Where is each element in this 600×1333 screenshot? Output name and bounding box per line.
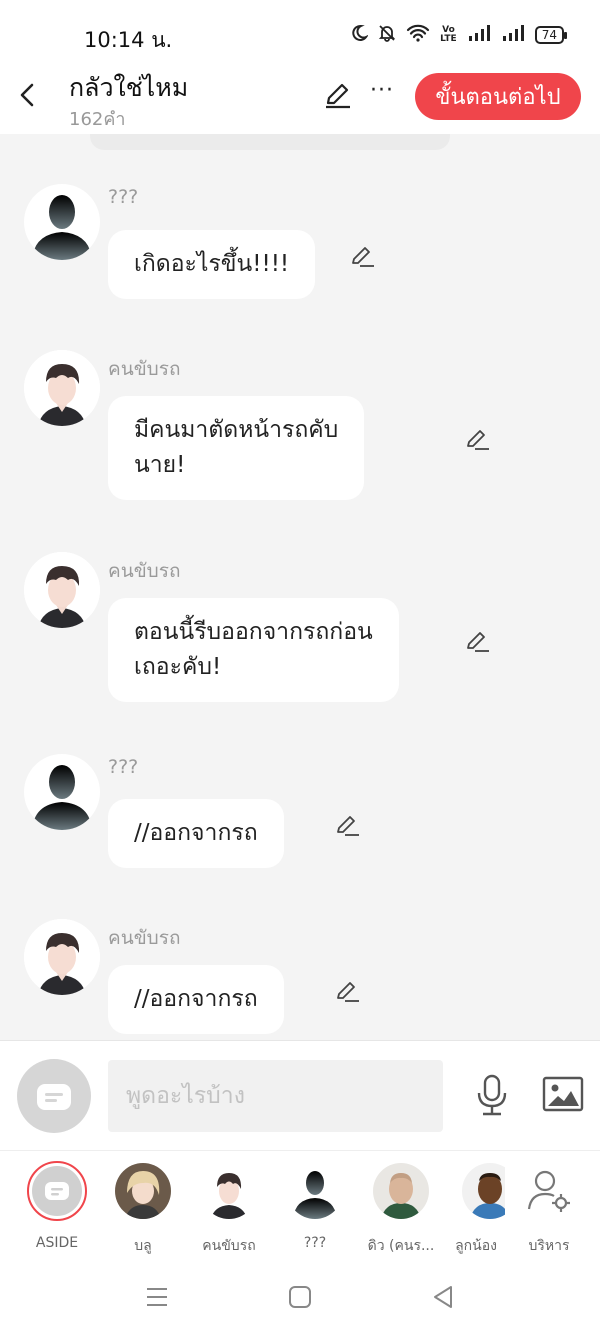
recent-apps-button[interactable] xyxy=(144,1284,170,1310)
word-count: 162คำ xyxy=(69,109,126,130)
edit-message-button[interactable] xyxy=(463,627,491,655)
character-label: คนขับรถ xyxy=(202,1238,256,1254)
character-blue[interactable]: บลู xyxy=(103,1163,183,1257)
collapsed-panel xyxy=(90,134,450,150)
image-icon xyxy=(542,1076,584,1112)
image-button[interactable] xyxy=(542,1076,584,1112)
character-unknown[interactable]: ??? xyxy=(275,1163,355,1251)
pencil-icon xyxy=(352,247,374,267)
speaker-name: ??? xyxy=(108,756,139,778)
system-back-button[interactable] xyxy=(430,1284,456,1310)
volte-icon: Vo LTE xyxy=(440,26,457,44)
bell-muted-icon xyxy=(378,24,396,46)
next-step-button[interactable]: ขั้นตอนต่อไป xyxy=(415,73,581,120)
message-bubble[interactable]: ตอนนี้รีบออกจากรถก่อน เถอะคับ! xyxy=(108,598,399,702)
chevron-left-icon xyxy=(20,83,34,107)
character-driver[interactable]: คนขับรถ xyxy=(189,1163,269,1257)
volte-bottom: LTE xyxy=(440,34,457,44)
page-title: กลัวใช่ไหม xyxy=(69,73,189,102)
driver-avatar[interactable] xyxy=(24,350,100,426)
square-icon xyxy=(289,1286,311,1308)
battery-icon: 74 xyxy=(534,26,568,44)
driver-avatar[interactable] xyxy=(24,919,100,995)
character-label: บริหาร xyxy=(528,1238,570,1254)
status-bar: 10:14 น. Vo LTE 74 xyxy=(0,0,600,64)
character-label: ลูกน้อง xyxy=(455,1238,497,1254)
edit-message-button[interactable] xyxy=(333,977,361,1005)
input-bar xyxy=(0,1040,600,1150)
speaker-name: ??? xyxy=(108,186,139,208)
silhouette-avatar[interactable] xyxy=(24,754,100,830)
pencil-icon xyxy=(467,430,489,450)
blue-avatar xyxy=(115,1163,171,1219)
more-options-button[interactable]: ··· xyxy=(368,78,396,110)
henchman-avatar xyxy=(462,1163,505,1219)
character-label: ??? xyxy=(303,1235,327,1251)
character-label: ดิว (คนร... xyxy=(367,1238,435,1254)
driver-avatar[interactable] xyxy=(24,552,100,628)
message-bubble[interactable]: //ออกจากรถ xyxy=(108,799,284,868)
edit-message-button[interactable] xyxy=(463,425,491,453)
speaker-name: คนขับรถ xyxy=(108,927,181,949)
pencil-icon xyxy=(337,816,359,836)
character-henchman[interactable]: ลูกน้อง xyxy=(447,1163,505,1257)
character-bar: ASIDE บลู คนขับรถ ??? ดิว (คนร... ลูกน้อ… xyxy=(0,1150,600,1260)
clock: 10:14 น. xyxy=(84,28,173,52)
message-input[interactable] xyxy=(108,1060,443,1132)
dew-avatar xyxy=(373,1163,429,1219)
chat-bubble-icon xyxy=(37,1084,71,1110)
signal-icon xyxy=(467,24,491,46)
edit-title-button[interactable] xyxy=(322,79,354,111)
wifi-icon xyxy=(406,24,430,46)
pencil-icon xyxy=(326,83,350,109)
menu-icon xyxy=(147,1288,167,1306)
character-label: ASIDE xyxy=(35,1235,79,1251)
status-icons: Vo LTE 74 xyxy=(350,24,568,46)
aside-avatar xyxy=(27,1161,87,1221)
manage-characters-icon xyxy=(521,1163,577,1219)
message-bubble[interactable]: //ออกจากรถ xyxy=(108,965,284,1034)
microphone-button[interactable] xyxy=(474,1073,510,1117)
chat-bubble-icon xyxy=(45,1182,69,1200)
speaker-name: คนขับรถ xyxy=(108,560,181,582)
aside-toggle-button[interactable] xyxy=(17,1059,91,1133)
message-bubble[interactable]: มีคนมาตัดหน้ารถคับ นาย! xyxy=(108,396,365,500)
moon-icon xyxy=(350,24,370,46)
system-nav-bar xyxy=(0,1260,600,1333)
silhouette-avatar xyxy=(287,1163,343,1219)
character-manage[interactable]: บริหาร xyxy=(509,1163,589,1257)
back-button[interactable] xyxy=(12,78,46,112)
signal-icon-2 xyxy=(501,24,525,46)
triangle-back-icon xyxy=(434,1286,452,1308)
edit-message-button[interactable] xyxy=(333,811,361,839)
pencil-icon xyxy=(467,632,489,652)
home-button[interactable] xyxy=(287,1284,313,1310)
silhouette-avatar[interactable] xyxy=(24,184,100,260)
header-bar: กลัวใช่ไหม 162คำ ··· ขั้นตอนต่อไป xyxy=(0,64,600,134)
speaker-name: คนขับรถ xyxy=(108,358,181,380)
character-label: บลู xyxy=(134,1238,152,1254)
driver-avatar xyxy=(201,1163,257,1219)
microphone-icon xyxy=(477,1074,507,1116)
pencil-icon xyxy=(337,982,359,1002)
character-dew[interactable]: ดิว (คนร... xyxy=(361,1163,441,1257)
edit-message-button[interactable] xyxy=(348,242,376,270)
character-aside[interactable]: ASIDE xyxy=(17,1161,97,1251)
message-bubble[interactable]: เกิดอะไรขึ้น!!!! xyxy=(108,230,316,299)
